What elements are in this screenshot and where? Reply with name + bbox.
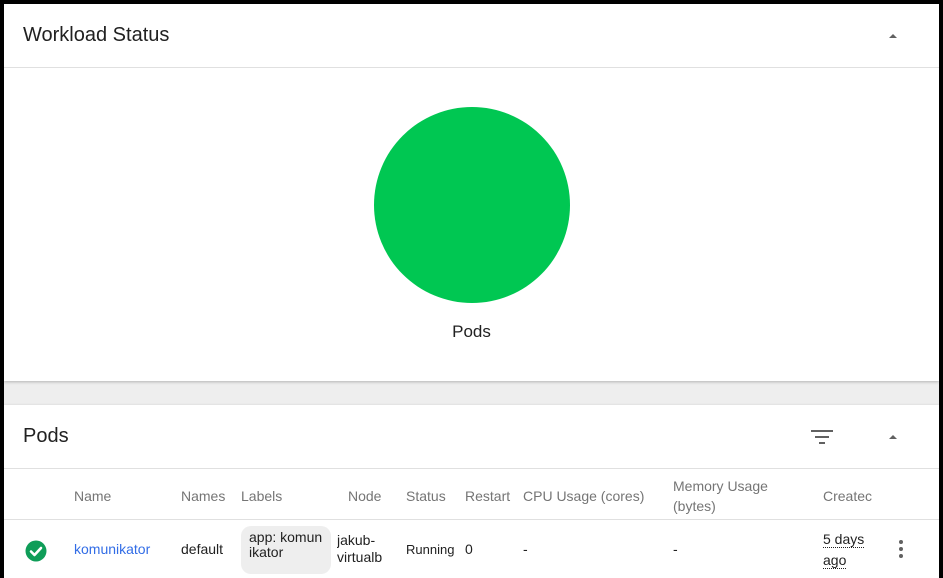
workload-status-header[interactable]: Workload Status [4, 4, 939, 68]
table-header-row: Name Names Labels Node Status Restart CP… [4, 473, 939, 520]
more-vert-icon[interactable] [897, 537, 905, 561]
pod-name-link[interactable]: komunikator [74, 541, 179, 558]
column-header-memory-line1: Memory Usage [673, 478, 768, 494]
column-header-node[interactable]: Node [348, 486, 398, 506]
column-header-labels: Labels [241, 488, 283, 504]
pod-node: jakub- virtualb [337, 532, 399, 566]
pod-cpu-usage: - [523, 541, 528, 557]
column-header-status[interactable]: Status [406, 486, 458, 506]
workload-status-title: Workload Status [23, 24, 170, 46]
pods-title: Pods [23, 425, 69, 447]
pod-label-chip: app: komunikator [241, 526, 331, 574]
chevron-up-icon[interactable] [887, 431, 899, 443]
pod-created[interactable]: 5 days ago [823, 529, 883, 571]
pod-status: Running [406, 542, 455, 557]
pods-pie-chart [374, 107, 570, 303]
pods-pie-slice-running [374, 107, 570, 303]
column-header-cpu: CPU Usage (cores) [523, 488, 645, 504]
pod-created-line1: 5 days [823, 531, 865, 548]
check-circle-icon [25, 540, 47, 562]
pod-created-line2: ago [823, 552, 847, 569]
pie-label: Pods [452, 322, 491, 341]
column-header-memory: Memory Usage (bytes) [673, 476, 803, 516]
pod-node-line2: virtualb [337, 549, 383, 565]
column-header-namespace[interactable]: Names [181, 486, 235, 506]
pods-header[interactable]: Pods [4, 405, 939, 469]
pod-namespace: default [181, 541, 224, 557]
workload-status-card: Workload Status Pods [4, 4, 939, 381]
pod-restarts: 0 [465, 541, 473, 557]
column-header-restarts[interactable]: Restart [465, 486, 519, 506]
filter-icon[interactable] [811, 429, 833, 445]
column-header-created[interactable]: Createc [823, 486, 877, 506]
pod-node-line1: jakub- [337, 532, 376, 548]
table-row: komunikator default app: komunikator jak… [4, 521, 939, 578]
column-header-memory-line2: (bytes) [673, 498, 716, 514]
column-header-name[interactable]: Name [74, 486, 174, 506]
chevron-up-icon[interactable] [887, 30, 899, 42]
pod-memory-usage: - [673, 541, 678, 557]
pods-card: Pods Name Names Labels Node Status Resta… [4, 405, 939, 578]
